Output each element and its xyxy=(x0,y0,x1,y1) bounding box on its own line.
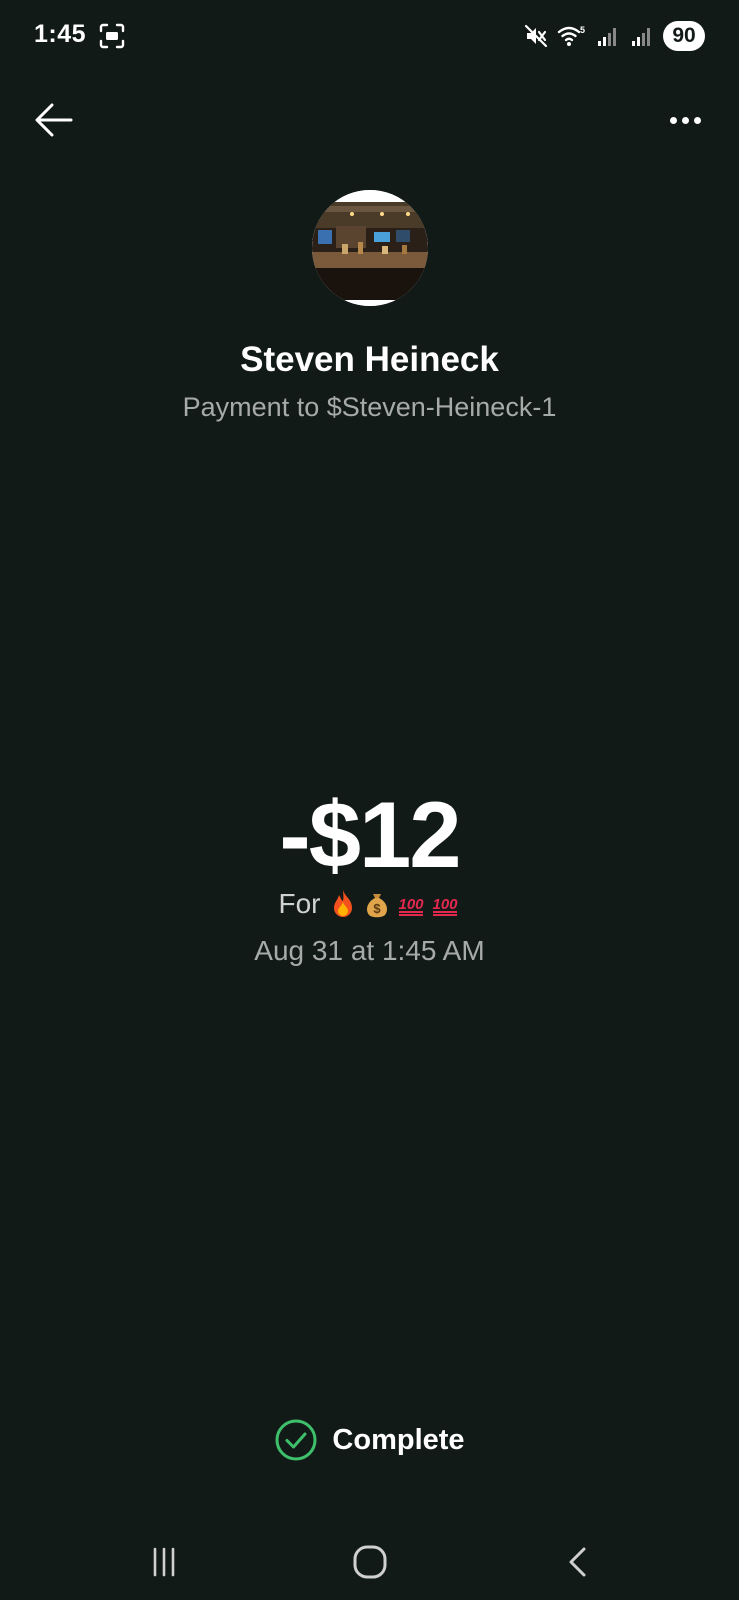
fire-emoji xyxy=(333,890,352,917)
hundred-points-emoji: 100 xyxy=(432,896,458,916)
hundred-points-emoji: 100 xyxy=(398,896,424,916)
back-icon xyxy=(569,1547,586,1577)
note-emojis: $ 100 100 xyxy=(327,888,461,920)
recent-apps-icon xyxy=(153,1547,175,1577)
recent-apps-button[interactable] xyxy=(134,1540,194,1584)
more-options-button[interactable] xyxy=(661,100,709,140)
status-icons: 5 90 xyxy=(523,18,705,54)
svg-text:100: 100 xyxy=(398,896,424,913)
system-back-button[interactable] xyxy=(548,1540,608,1584)
status-time: 1:45 xyxy=(34,20,87,48)
screen-record-icon xyxy=(98,22,126,50)
home-icon xyxy=(353,1545,387,1579)
svg-text:5: 5 xyxy=(580,25,585,35)
payment-recipient-cashtag: Payment to $Steven-Heineck-1 xyxy=(182,392,557,422)
recipient-name: Steven Heineck xyxy=(240,340,499,379)
for-label: For xyxy=(278,888,321,919)
svg-text:100: 100 xyxy=(432,896,458,913)
money-bag-emoji: $ xyxy=(366,894,387,918)
back-button[interactable] xyxy=(30,96,78,144)
more-horizontal-icon xyxy=(669,116,677,124)
payment-note: For $ 100 100 xyxy=(0,888,739,920)
payment-status: Complete xyxy=(0,1418,739,1462)
recipient-avatar xyxy=(312,190,428,306)
status-label: Complete xyxy=(332,1423,465,1456)
check-circle-icon xyxy=(275,1419,317,1461)
mute-icon xyxy=(523,23,549,49)
wifi-icon: 5 xyxy=(557,23,587,49)
svg-text:$: $ xyxy=(373,901,381,916)
home-button[interactable] xyxy=(340,1540,400,1584)
status-bar: 1:45 5 90 xyxy=(0,0,739,72)
signal-icon xyxy=(595,23,621,49)
system-nav-bar xyxy=(0,1520,739,1600)
signal-icon xyxy=(629,23,655,49)
payment-amount: -$12 xyxy=(279,782,461,887)
arrow-left-icon xyxy=(35,103,73,137)
payment-date: Aug 31 at 1:45 AM xyxy=(254,935,485,966)
payment-detail-screen: 1:45 5 90 Steven Heineck Payment to $Ste… xyxy=(0,0,739,1600)
battery-indicator: 90 xyxy=(663,21,705,51)
